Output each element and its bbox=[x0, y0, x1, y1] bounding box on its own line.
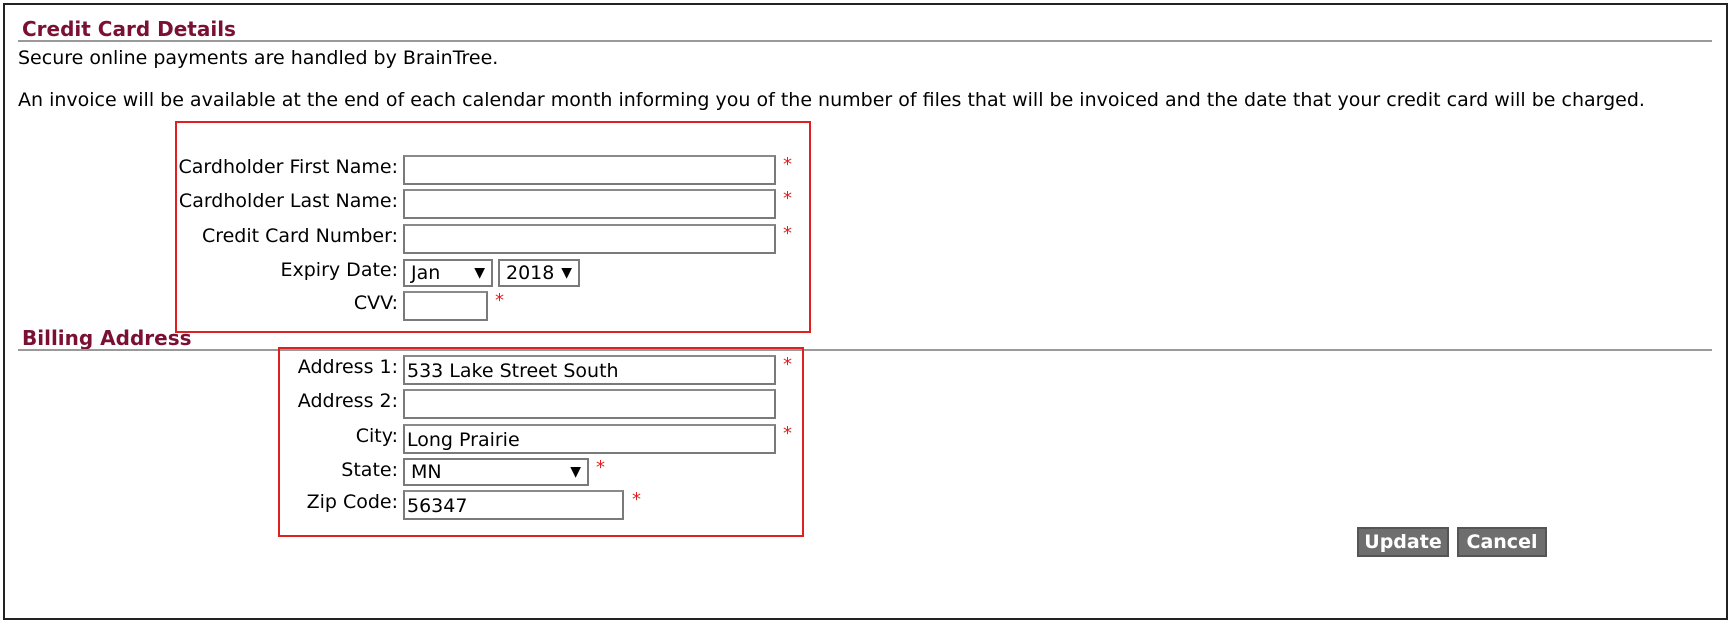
chevron-down-icon: ▼ bbox=[474, 265, 485, 281]
state-label: State: bbox=[341, 459, 398, 481]
card-number-label: Credit Card Number: bbox=[201, 225, 398, 247]
required-marker: * bbox=[783, 423, 792, 444]
cvv-label: CVV: bbox=[353, 292, 398, 314]
required-marker: * bbox=[783, 188, 792, 209]
required-marker: * bbox=[632, 489, 641, 510]
billing-section-title: Billing Address bbox=[22, 326, 192, 350]
zip-code-label: Zip Code: bbox=[306, 491, 398, 513]
chevron-down-icon: ▼ bbox=[561, 265, 572, 281]
expiry-month-select[interactable]: Jan ▼ bbox=[403, 259, 493, 287]
address1-label: Address 1: bbox=[297, 356, 398, 378]
expiry-year-value: 2018 bbox=[506, 262, 555, 284]
section-divider bbox=[18, 349, 1712, 351]
state-select[interactable]: MN ▼ bbox=[403, 458, 589, 486]
zip-code-field[interactable] bbox=[403, 490, 624, 520]
expiry-month-value: Jan bbox=[411, 262, 441, 284]
cvv-field[interactable] bbox=[403, 291, 488, 321]
chevron-down-icon: ▼ bbox=[570, 464, 581, 480]
expiry-date-label: Expiry Date: bbox=[280, 259, 399, 281]
braintree-note: Secure online payments are handled by Br… bbox=[18, 47, 499, 69]
state-value: MN bbox=[411, 461, 442, 483]
first-name-field[interactable] bbox=[403, 155, 776, 185]
last-name-label: Cardholder Last Name: bbox=[178, 190, 398, 212]
city-field[interactable] bbox=[403, 424, 776, 454]
address1-field[interactable] bbox=[403, 355, 776, 385]
update-button[interactable]: Update bbox=[1357, 527, 1449, 557]
required-marker: * bbox=[783, 154, 792, 175]
address2-field[interactable] bbox=[403, 389, 776, 419]
last-name-field[interactable] bbox=[403, 189, 776, 219]
city-label: City: bbox=[355, 425, 398, 447]
section-divider bbox=[18, 40, 1712, 42]
required-marker: * bbox=[783, 354, 792, 375]
cancel-button[interactable]: Cancel bbox=[1457, 527, 1547, 557]
first-name-label: Cardholder First Name: bbox=[178, 156, 398, 178]
credit-card-section-title: Credit Card Details bbox=[22, 17, 236, 41]
address2-label: Address 2: bbox=[297, 390, 398, 412]
required-marker: * bbox=[495, 290, 504, 311]
required-marker: * bbox=[783, 223, 792, 244]
required-marker: * bbox=[596, 457, 605, 478]
card-number-field[interactable] bbox=[403, 224, 776, 254]
expiry-year-select[interactable]: 2018 ▼ bbox=[498, 259, 580, 287]
invoice-note: An invoice will be available at the end … bbox=[18, 89, 1645, 111]
